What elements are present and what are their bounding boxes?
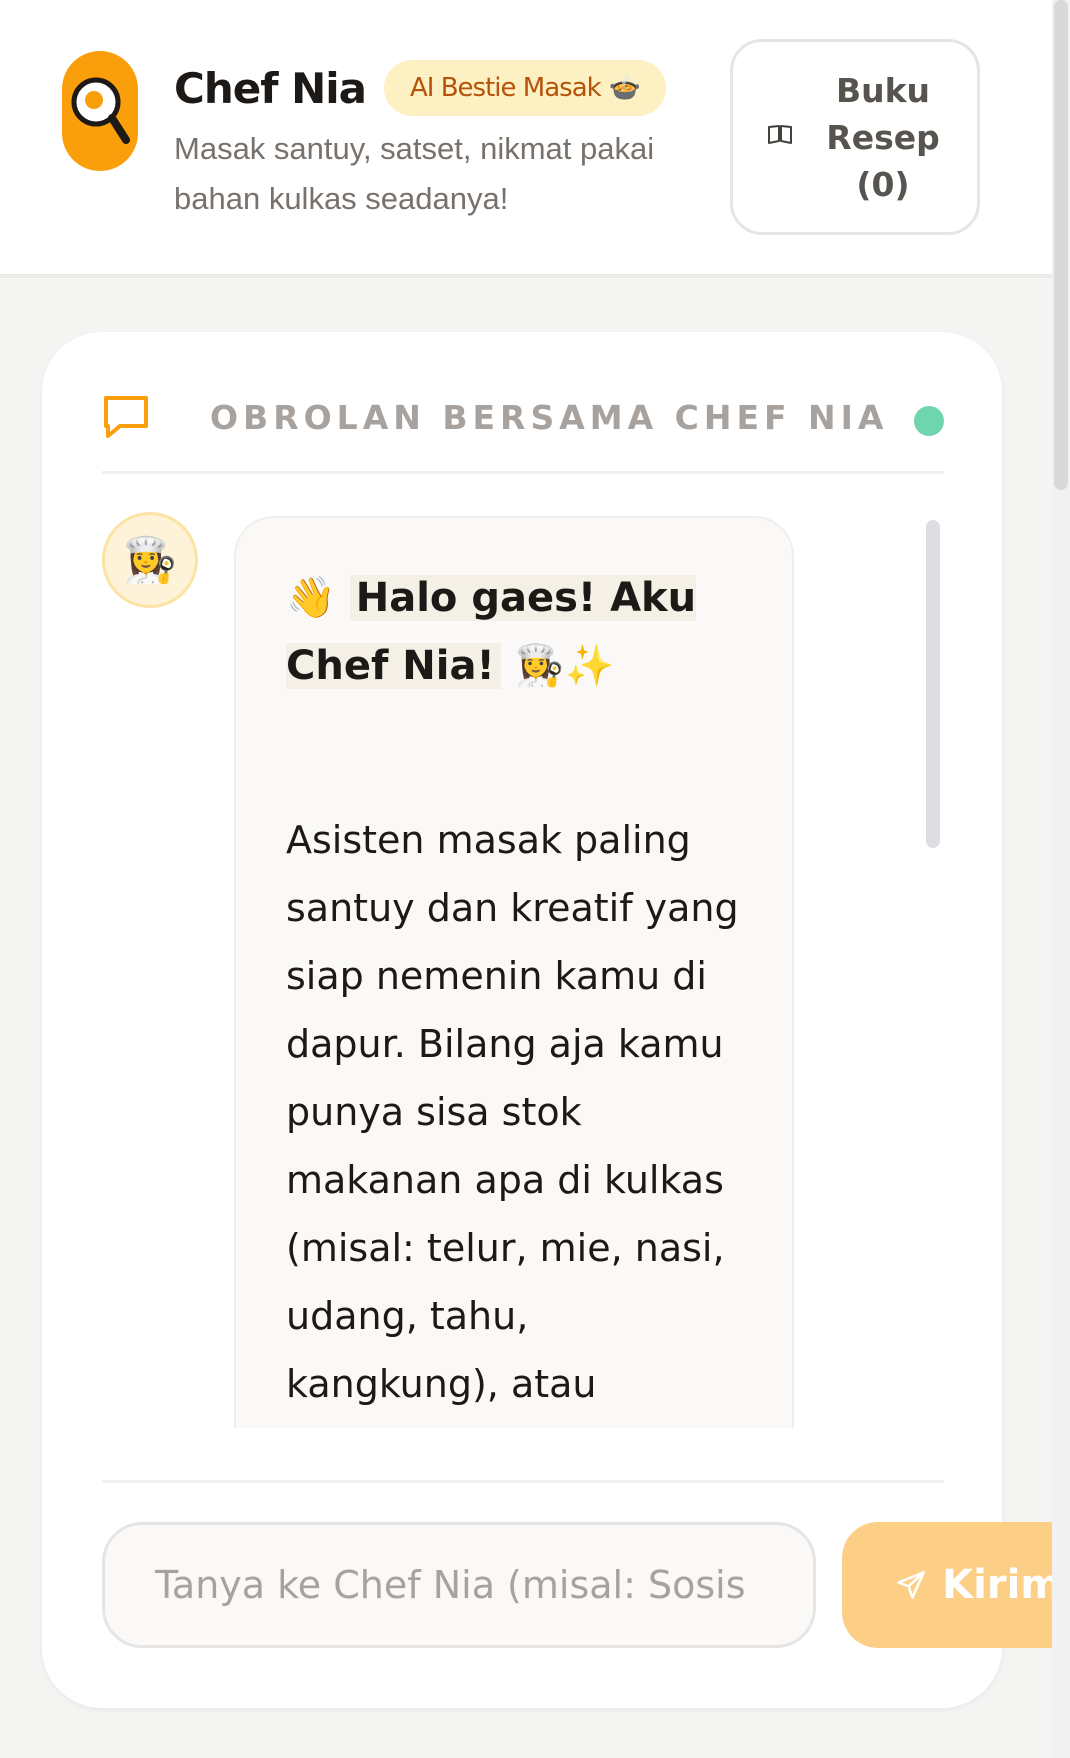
page-scrollbar-thumb[interactable] [1054, 0, 1068, 490]
send-button[interactable]: Kirim [842, 1522, 1052, 1648]
recipe-book-button[interactable]: Buku Resep (0) [730, 39, 980, 235]
message-list[interactable]: 👩‍🍳 👋 Halo gaes! Aku Chef Nia! 👩‍🍳✨ Asis… [102, 478, 944, 1428]
badge-label: AI Bestie Masak [410, 73, 602, 103]
message-scrollbar-thumb[interactable] [926, 520, 940, 848]
app-title: Chef Nia [174, 63, 367, 113]
pot-icon: 🍲 [608, 73, 641, 103]
open-book-icon [768, 125, 792, 144]
send-label: Kirim [942, 1562, 1052, 1608]
composer-divider [102, 1480, 944, 1483]
app-logo [62, 51, 138, 171]
paper-plane-icon [897, 1571, 925, 1599]
chef-avatar: 👩‍🍳 [102, 512, 198, 608]
chat-card: OBROLAN BERSAMA CHEF NIA 👩‍🍳 👋 Halo gaes… [42, 332, 1002, 1708]
greeting-text: 👋 Halo gaes! Aku Chef Nia! 👩‍🍳✨ [286, 564, 752, 700]
ai-badge: AI Bestie Masak 🍲 [384, 60, 667, 116]
chat-title: OBROLAN BERSAMA CHEF NIA [210, 398, 889, 437]
chat-input[interactable] [102, 1522, 816, 1648]
chat-header: OBROLAN BERSAMA CHEF NIA [102, 386, 944, 474]
chat-bubble-icon [104, 396, 148, 438]
greeting-highlight: Halo gaes! Aku Chef Nia! [286, 575, 697, 689]
frying-pan-egg-icon [71, 77, 130, 144]
message-body: Asisten masak paling santuy dan kreatif … [286, 818, 739, 1406]
online-status-dot [914, 406, 944, 436]
app-header: Chef Nia AI Bestie Masak 🍲 Masak santuy,… [0, 0, 1052, 278]
app-subtitle: Masak santuy, satset, nikmat pakai bahan… [174, 131, 655, 216]
waving-hand-icon: 👋 [286, 575, 336, 621]
recipe-book-label: Buku Resep (0) [826, 70, 940, 204]
bot-message-bubble: 👋 Halo gaes! Aku Chef Nia! 👩‍🍳✨ Asisten … [234, 516, 794, 1428]
chef-sparkles-icon: 👩‍🍳✨ [514, 643, 615, 689]
